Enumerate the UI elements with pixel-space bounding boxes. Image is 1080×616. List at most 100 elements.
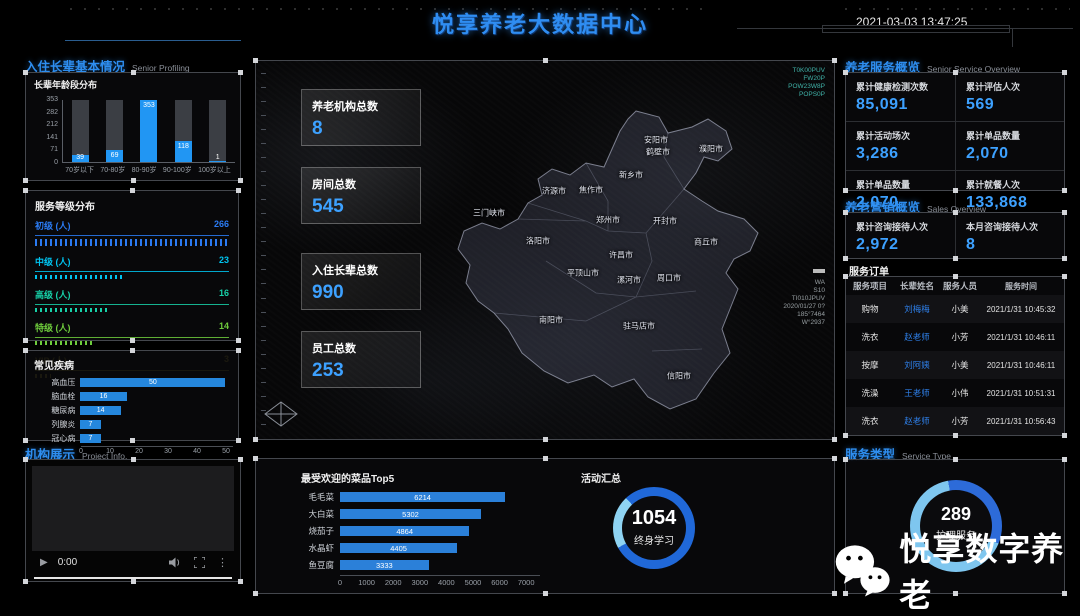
city-label[interactable]: 新乡市: [619, 170, 643, 181]
service-level-row-head: 高级 (人) 16: [35, 288, 229, 301]
age-x-label: 90-100岁: [163, 165, 192, 175]
city-label[interactable]: 许昌市: [609, 250, 633, 261]
panel-handle: [130, 438, 135, 443]
city-label[interactable]: 濮阳市: [699, 144, 723, 155]
disease-row[interactable]: 列腺炎7: [34, 418, 230, 431]
order-row[interactable]: 洗衣赵老师小芳2021/1/31 10:46:11: [846, 323, 1064, 351]
dish-row[interactable]: 大白菜5302: [274, 506, 540, 522]
disease-label: 高血压: [34, 377, 80, 388]
city-label[interactable]: 安阳市: [644, 135, 668, 146]
order-row[interactable]: 洗澡王老师小伟2021/1/31 10:51:31: [846, 379, 1064, 407]
age-bar[interactable]: 353: [140, 100, 157, 162]
video-controls: ▶ 0:00 ⋮: [32, 551, 234, 573]
panel-handle: [253, 591, 258, 596]
city-label[interactable]: 洛阳市: [526, 236, 550, 247]
city-label[interactable]: 平顶山市: [567, 268, 599, 279]
dish-x-tick: 6000: [491, 578, 508, 587]
disease-label: 列腺炎: [34, 419, 80, 430]
activity-donut-chart[interactable]: 1054 终身学习: [613, 487, 695, 569]
dish-row[interactable]: 烧茄子4864: [274, 523, 540, 539]
kpi-cell[interactable]: 累计评估人次569: [955, 73, 1064, 122]
city-label[interactable]: 南阳市: [539, 315, 563, 326]
disease-track: 50: [80, 378, 230, 387]
panel-handle: [253, 58, 258, 63]
order-time: 2021/1/31 10:45:32: [980, 305, 1062, 314]
kpi-label: 累计咨询接待人次: [856, 220, 945, 233]
age-bar[interactable]: 39: [72, 100, 89, 162]
map-compass-icon[interactable]: [264, 401, 298, 427]
volume-icon[interactable]: [169, 557, 182, 568]
panel-handle: [543, 437, 548, 442]
order-elder-name: 刘梅梅: [894, 303, 940, 315]
order-row[interactable]: 洗衣赵老师小芳2021/1/31 10:56:43: [846, 407, 1064, 435]
panel-handle: [843, 457, 848, 462]
kpi-cell[interactable]: 累计咨询接待人次2,972: [846, 213, 955, 261]
panel-handle: [1062, 210, 1067, 215]
age-bar-value: 39: [72, 154, 89, 161]
disease-x-tick: 30: [164, 448, 172, 455]
service-level-row[interactable]: 高级 (人) 16: [35, 288, 229, 312]
service-level-row[interactable]: 初级 (人)266: [35, 219, 229, 246]
overlay-line: WA: [783, 279, 825, 287]
service-level-label: 高级 (人): [35, 288, 71, 301]
disease-row[interactable]: 糖尿病14: [34, 404, 230, 417]
stat-card[interactable]: 入住长辈总数990: [301, 253, 421, 310]
service-level-row[interactable]: 中级 (人)23: [35, 255, 229, 279]
city-label[interactable]: 商丘市: [694, 237, 718, 248]
video-screen[interactable]: [32, 466, 234, 551]
city-label[interactable]: 开封市: [653, 216, 677, 227]
stat-card[interactable]: 房间总数545: [301, 167, 421, 224]
dishes-rows: 毛毛菜6214大白菜5302烧茄子4864水晶虾4405鱼豆腐3333: [274, 489, 540, 574]
age-y-tick: 212: [34, 121, 58, 128]
service-level-row-head: 中级 (人)23: [35, 255, 229, 268]
orders-rows: 购物刘梅梅小美2021/1/31 10:45:32洗衣赵老师小芳2021/1/3…: [846, 295, 1064, 435]
order-row[interactable]: 按摩刘阿姨小美2021/1/31 10:46:11: [846, 351, 1064, 379]
age-bar[interactable]: 69: [106, 100, 123, 162]
panel-handle: [236, 438, 241, 443]
city-label[interactable]: 焦作市: [579, 185, 603, 196]
panel-handle: [130, 338, 135, 343]
kpi-cell[interactable]: 本月咨询接待人次8: [955, 213, 1064, 261]
panel-handle: [953, 210, 958, 215]
kpi-cell[interactable]: 累计单品数量2,070: [955, 122, 1064, 171]
city-label[interactable]: 周口市: [657, 273, 681, 284]
city-label[interactable]: 驻马店市: [623, 321, 655, 332]
city-label[interactable]: 济源市: [542, 186, 566, 197]
city-label[interactable]: 郑州市: [596, 215, 620, 226]
panel-handle: [23, 579, 28, 584]
order-row[interactable]: 购物刘梅梅小美2021/1/31 10:45:32: [846, 295, 1064, 323]
dish-row[interactable]: 鱼豆腐3333: [274, 557, 540, 573]
city-label[interactable]: 漯河市: [617, 275, 641, 286]
panel-handle: [1062, 188, 1067, 193]
stat-card[interactable]: 养老机构总数8: [301, 89, 421, 146]
age-chart-plot: 39 69 353 118 1: [62, 100, 235, 163]
panel-handle: [543, 456, 548, 461]
order-elder-name: 王老师: [894, 387, 940, 399]
order-item: 洗衣: [846, 331, 894, 343]
video-menu-icon[interactable]: ⋮: [217, 556, 228, 569]
order-item: 洗澡: [846, 387, 894, 399]
stat-card[interactable]: 员工总数253: [301, 331, 421, 388]
service-level-value: 16: [219, 288, 229, 301]
kpi-cell[interactable]: 累计健康检测次数85,091: [846, 73, 955, 122]
age-bar[interactable]: 118: [175, 100, 192, 162]
stat-card-value: 8: [312, 118, 410, 140]
disease-value: 7: [80, 421, 100, 428]
kpi-cell[interactable]: 累计活动场次3,286: [846, 122, 955, 171]
dish-row[interactable]: 水晶虾4405: [274, 540, 540, 556]
play-button[interactable]: ▶: [40, 557, 48, 568]
city-label[interactable]: 信阳市: [667, 371, 691, 382]
disease-row[interactable]: 脑血栓16: [34, 390, 230, 403]
dish-row[interactable]: 毛毛菜6214: [274, 489, 540, 505]
dish-label: 毛毛菜: [274, 491, 340, 503]
service-level-dash-bar: [35, 341, 93, 345]
city-label[interactable]: 三门峡市: [473, 208, 505, 219]
orders-header-cell: 服务人员: [940, 280, 980, 292]
dish-value: 3333: [340, 561, 429, 570]
dish-track: 3333: [340, 560, 540, 570]
age-bar[interactable]: 1: [209, 100, 226, 162]
city-label[interactable]: 鹤壁市: [646, 147, 670, 158]
disease-row[interactable]: 高血压50: [34, 376, 230, 389]
fullscreen-icon[interactable]: [194, 557, 205, 568]
disease-track: 16: [80, 392, 230, 401]
